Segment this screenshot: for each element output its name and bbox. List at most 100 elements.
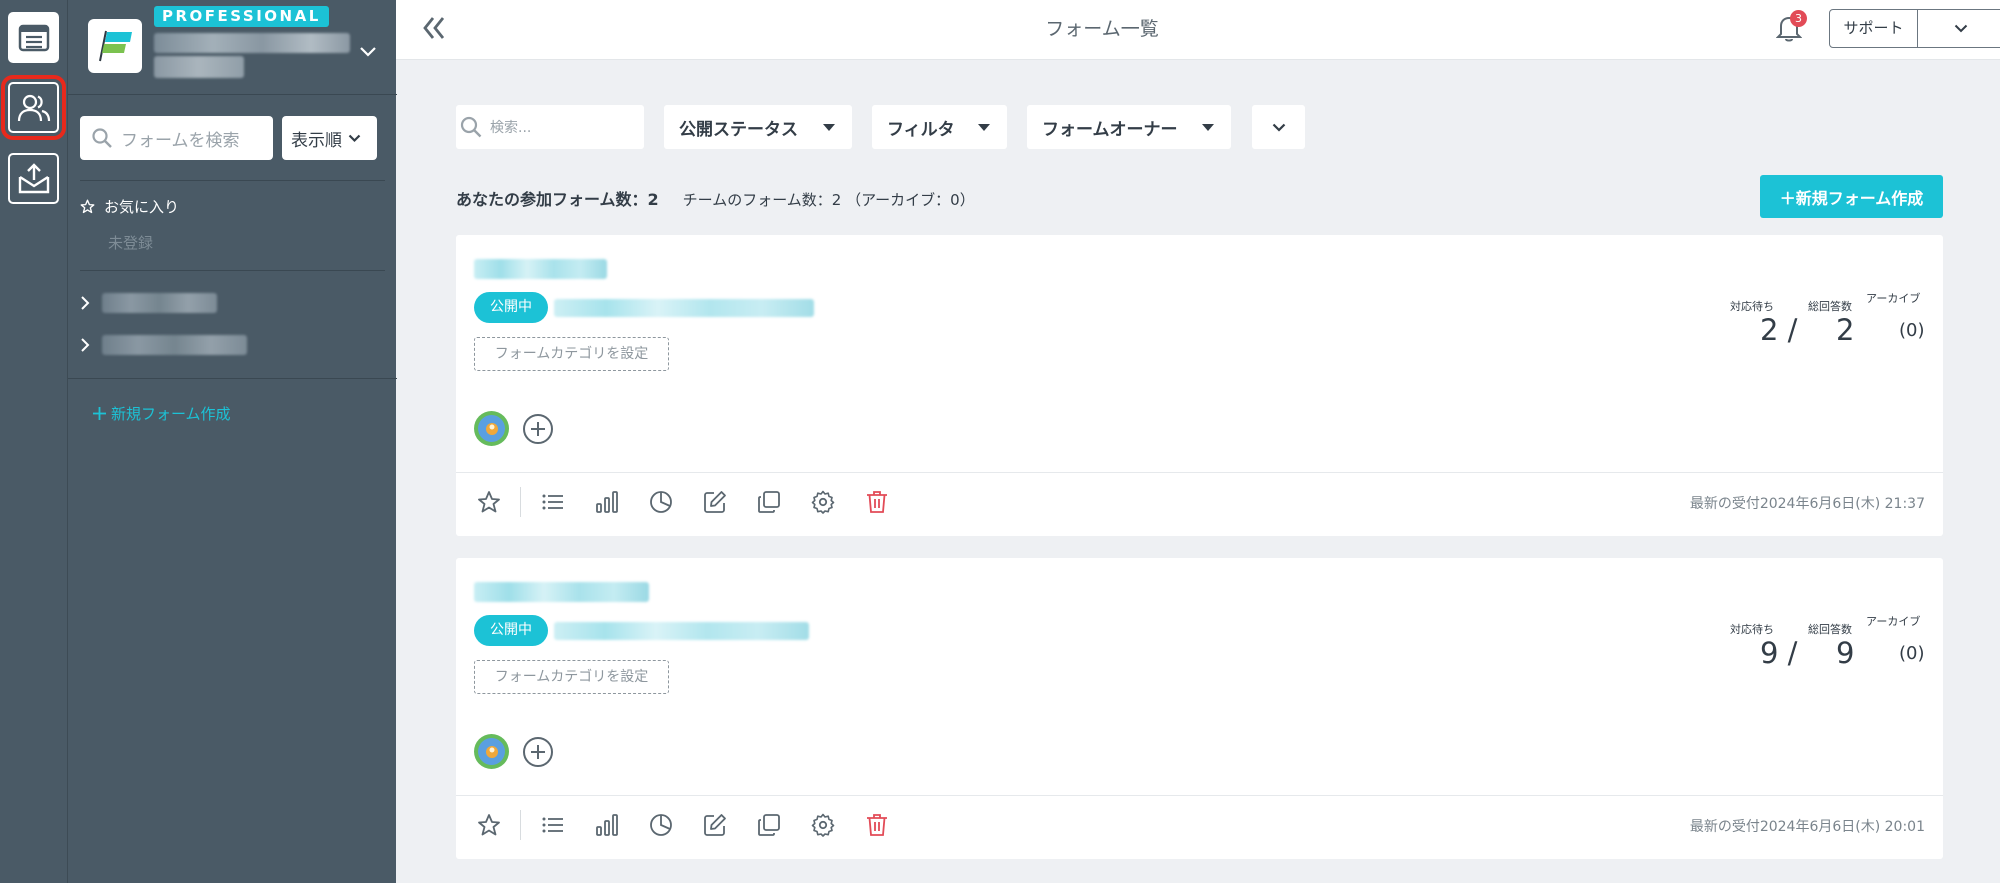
- pending-count[interactable]: 9 /: [1760, 636, 1797, 670]
- status-badge: 公開中: [474, 292, 548, 323]
- add-member-icon[interactable]: [522, 736, 554, 768]
- gear-icon[interactable]: [808, 487, 838, 517]
- archive-label: アーカイブ: [1866, 615, 1921, 628]
- avatar-image: [478, 415, 505, 442]
- caret-down-icon: [823, 123, 835, 131]
- filter-label: フィルタ: [887, 119, 955, 140]
- plan-badge: PROFESSIONAL: [154, 6, 329, 27]
- form-url-redacted[interactable]: [554, 299, 814, 317]
- form-actions: [474, 810, 892, 840]
- form-search-placeholder: 検索...: [490, 120, 532, 136]
- form-url-redacted[interactable]: [554, 622, 809, 640]
- favorites-empty-text: 未登録: [108, 234, 154, 252]
- divider: [520, 810, 521, 840]
- trash-icon[interactable]: [862, 487, 892, 517]
- form-title-redacted[interactable]: [474, 259, 607, 279]
- star-icon: [80, 199, 95, 214]
- last-received-text: 最新の受付2024年6月6日(木) 20:01: [1689, 819, 1925, 835]
- form-card: 公開中 フォームカテゴリを設定 対応待ち 総回答数 アーカイブ 9 / 9 (0…: [456, 558, 1943, 859]
- pie-chart-icon[interactable]: [646, 810, 676, 840]
- avatar[interactable]: [474, 734, 509, 769]
- archive-label: アーカイブ: [1866, 292, 1921, 305]
- support-button[interactable]: サポート: [1830, 10, 1918, 47]
- page-title: フォーム一覧: [1045, 18, 1159, 40]
- total-responses-label: 総回答数: [1808, 300, 1852, 313]
- app-rail: [0, 0, 67, 883]
- divider: [80, 180, 385, 181]
- users-icon: [17, 93, 51, 123]
- team-logo[interactable]: [88, 19, 142, 73]
- archive-count[interactable]: (0): [1899, 320, 1925, 341]
- bar-chart-icon[interactable]: [592, 810, 622, 840]
- chevron-down-icon: [342, 134, 361, 143]
- status-badge: 公開中: [474, 615, 548, 646]
- responses-nav-button[interactable]: [8, 153, 59, 204]
- my-form-count: あなたの参加フォーム数：2: [456, 190, 659, 209]
- search-icon: [92, 128, 112, 148]
- team-name-redacted: [154, 33, 350, 53]
- edit-icon[interactable]: [700, 487, 730, 517]
- total-responses-count[interactable]: 9: [1836, 636, 1854, 670]
- form-title-redacted[interactable]: [474, 582, 649, 602]
- filter-dropdown[interactable]: フィルタ: [872, 105, 1007, 149]
- avatar-image: [478, 738, 505, 765]
- divider: [520, 487, 521, 517]
- top-bar: フォーム一覧 3 サポート: [396, 0, 2000, 60]
- pending-label: 対応待ち: [1730, 300, 1774, 313]
- support-menu-toggle[interactable]: [1918, 10, 2000, 47]
- list-icon[interactable]: [538, 487, 568, 517]
- last-received-text: 最新の受付2024年6月6日(木) 21:37: [1689, 496, 1925, 512]
- caret-down-icon: [978, 123, 990, 131]
- sidebar: PROFESSIONAL フォームを検索 表示順 お気に入り 未登録 新規フォー…: [67, 0, 397, 883]
- avatar[interactable]: [474, 411, 509, 446]
- divider: [80, 270, 385, 271]
- pending-label: 対応待ち: [1730, 623, 1774, 636]
- publish-status-label: 公開ステータス: [679, 119, 798, 140]
- star-icon[interactable]: [474, 487, 504, 517]
- set-category-button[interactable]: フォームカテゴリを設定: [474, 660, 669, 694]
- form-owner-dropdown[interactable]: フォームオーナー: [1027, 105, 1231, 149]
- chevron-down-icon: [1954, 24, 1968, 33]
- pending-count[interactable]: 2 /: [1760, 313, 1797, 347]
- gear-icon[interactable]: [808, 810, 838, 840]
- team-form-count: チームのフォーム数：2 （アーカイブ：0）: [682, 191, 975, 209]
- support-split-button: サポート: [1829, 9, 2000, 48]
- copy-icon[interactable]: [754, 810, 784, 840]
- divider: [68, 378, 397, 379]
- archive-count[interactable]: (0): [1899, 643, 1925, 664]
- publish-status-dropdown[interactable]: 公開ステータス: [664, 105, 852, 149]
- copy-icon[interactable]: [754, 487, 784, 517]
- more-filters-toggle[interactable]: [1252, 105, 1305, 149]
- inbox-upload-icon: [17, 162, 51, 195]
- list-icon[interactable]: [538, 810, 568, 840]
- form-list-icon: [18, 24, 50, 52]
- form-actions: [474, 487, 892, 517]
- bar-chart-icon[interactable]: [592, 487, 622, 517]
- team-subname-redacted: [154, 56, 244, 78]
- form-search-input[interactable]: 検索...: [456, 105, 644, 149]
- divider: [456, 795, 1943, 796]
- sort-order-label: 表示順: [291, 130, 342, 151]
- pie-chart-icon[interactable]: [646, 487, 676, 517]
- divider: [456, 472, 1943, 473]
- star-icon[interactable]: [474, 810, 504, 840]
- add-member-icon[interactable]: [522, 413, 554, 445]
- sidebar-new-form-link[interactable]: 新規フォーム作成: [88, 403, 231, 424]
- sidebar-new-form-label: 新規フォーム作成: [111, 405, 231, 423]
- sidebar-group-1[interactable]: [80, 293, 217, 313]
- divider: [68, 94, 397, 95]
- caret-down-icon: [1202, 123, 1214, 131]
- total-responses-count[interactable]: 2: [1836, 313, 1854, 347]
- sidebar-group-2[interactable]: [80, 335, 247, 355]
- trash-icon[interactable]: [862, 810, 892, 840]
- new-form-button[interactable]: ＋新規フォーム作成: [1760, 175, 1943, 218]
- team-members-nav-button[interactable]: [1, 75, 66, 140]
- favorites-section[interactable]: お気に入り: [80, 196, 179, 217]
- chevron-down-icon[interactable]: [359, 46, 377, 58]
- sort-order-select[interactable]: 表示順: [282, 116, 377, 160]
- flag-logo-icon: [96, 29, 134, 63]
- set-category-button[interactable]: フォームカテゴリを設定: [474, 337, 669, 371]
- sidebar-search-input[interactable]: フォームを検索: [80, 116, 273, 160]
- edit-icon[interactable]: [700, 810, 730, 840]
- forms-nav-button[interactable]: [8, 12, 59, 63]
